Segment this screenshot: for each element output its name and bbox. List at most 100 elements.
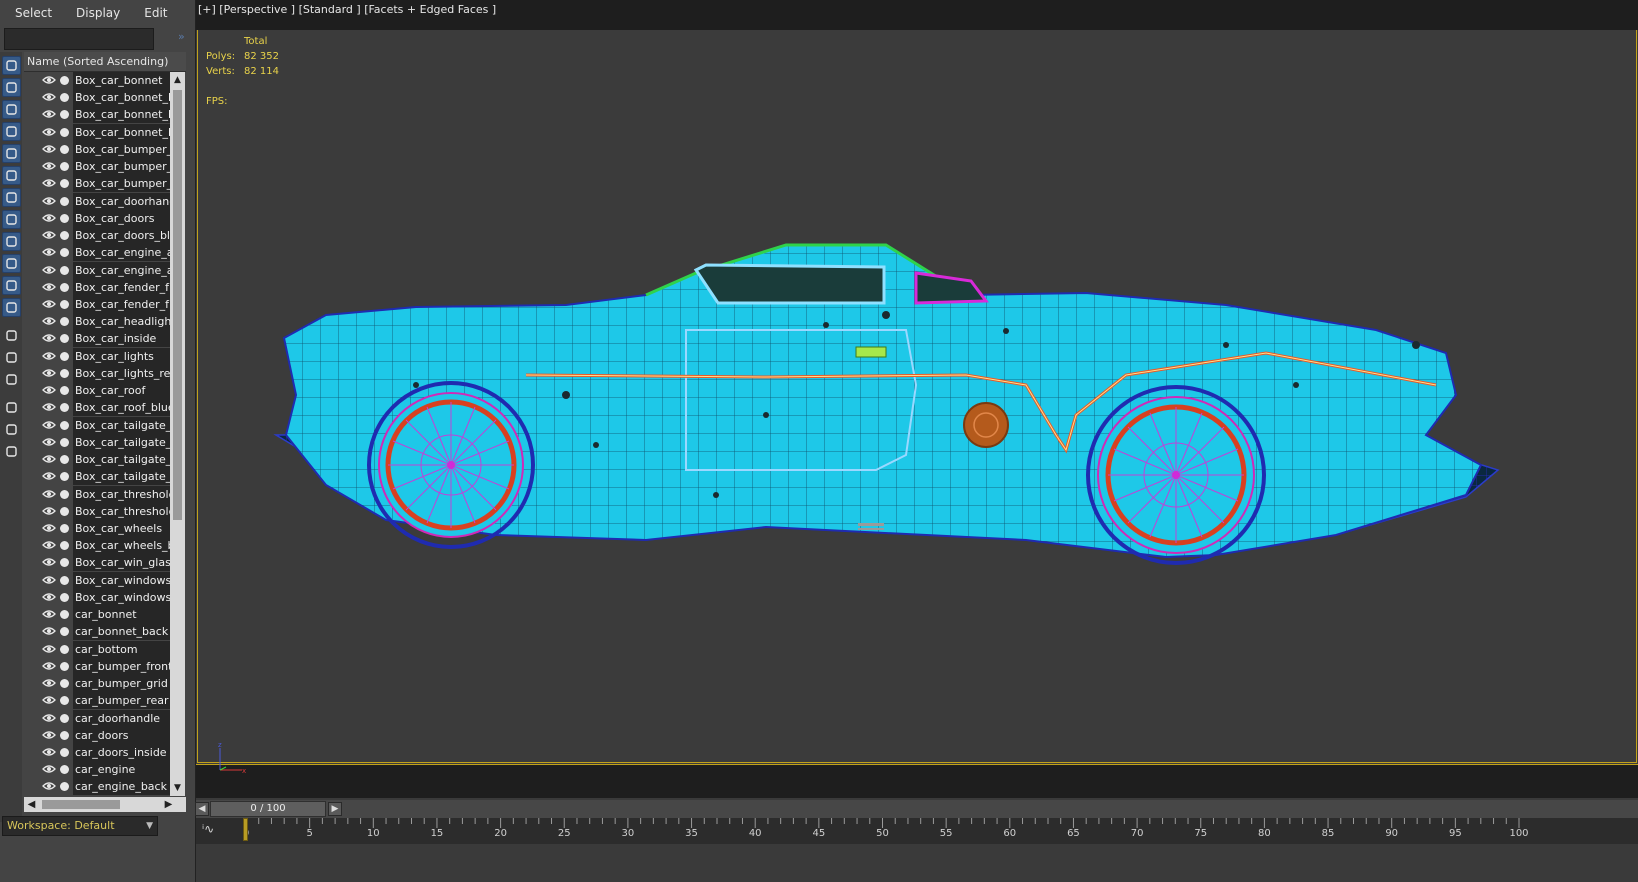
freeze-dot-icon[interactable] bbox=[60, 472, 69, 482]
scene-object-row[interactable]: Box_car_win_glass_ bbox=[24, 554, 170, 572]
visibility-eye-icon[interactable] bbox=[42, 127, 56, 137]
scene-object-name[interactable]: car_bumper_rear bbox=[73, 692, 170, 710]
visibility-eye-icon[interactable] bbox=[42, 575, 56, 585]
display-none-icon[interactable] bbox=[2, 348, 21, 367]
freeze-dot-icon[interactable] bbox=[60, 679, 69, 689]
scene-object-row[interactable]: car_doors bbox=[24, 726, 170, 744]
freeze-dot-icon[interactable] bbox=[60, 747, 69, 757]
layers-icon[interactable] bbox=[2, 442, 21, 461]
scene-object-row[interactable]: Box_car_tailgate_bi bbox=[24, 433, 170, 451]
freeze-dot-icon[interactable] bbox=[60, 592, 69, 602]
freeze-dot-icon[interactable] bbox=[60, 713, 69, 723]
menu-select[interactable]: Select bbox=[6, 6, 61, 20]
freeze-dot-icon[interactable] bbox=[60, 213, 69, 223]
invert-display-icon[interactable] bbox=[2, 370, 21, 389]
scene-object-row[interactable]: Box_car_roof bbox=[24, 382, 170, 400]
visibility-eye-icon[interactable] bbox=[42, 695, 56, 705]
spacewarps-filter-icon[interactable] bbox=[2, 166, 21, 185]
workspace-dropdown[interactable]: Workspace: Default ▼ bbox=[2, 816, 158, 836]
scene-object-name[interactable]: Box_car_bonnet_ba bbox=[73, 89, 170, 107]
scene-object-name[interactable]: Box_car_wheels bbox=[73, 519, 170, 537]
scene-object-name[interactable]: Box_car_threshold bbox=[73, 485, 170, 503]
freeze-dot-icon[interactable] bbox=[60, 368, 69, 378]
scene-object-name[interactable]: Box_car_doors bbox=[73, 209, 170, 227]
scene-object-row[interactable]: Box_car_wheels bbox=[24, 519, 170, 537]
visibility-eye-icon[interactable] bbox=[42, 471, 56, 481]
scene-object-name[interactable]: Box_car_roof_blue bbox=[73, 399, 170, 417]
bones-filter-icon[interactable] bbox=[2, 232, 21, 251]
menu-edit[interactable]: Edit bbox=[135, 6, 176, 20]
tree-vertical-scrollbar[interactable]: ▲ ▼ bbox=[170, 72, 185, 796]
visibility-eye-icon[interactable] bbox=[42, 351, 56, 361]
scene-object-row[interactable]: Box_car_tailgate_bi bbox=[24, 416, 170, 434]
scene-object-name[interactable]: Box_car_tailgate_sn bbox=[73, 451, 170, 469]
scene-object-row[interactable]: car_bonnet_back bbox=[24, 623, 170, 641]
visibility-eye-icon[interactable] bbox=[42, 747, 56, 757]
visibility-eye-icon[interactable] bbox=[42, 644, 56, 654]
scroll-right-icon[interactable]: ▶ bbox=[161, 797, 176, 812]
column-header-name[interactable]: Name (Sorted Ascending) bbox=[24, 52, 186, 72]
scene-object-name[interactable]: car_bumper_front bbox=[73, 657, 170, 675]
scene-object-row[interactable]: Box_car_wheels_blu bbox=[24, 537, 170, 555]
visibility-eye-icon[interactable] bbox=[42, 781, 56, 791]
scene-object-row[interactable]: Box_car_bonnet_blu bbox=[24, 123, 170, 141]
scene-object-name[interactable]: car_bonnet_back bbox=[73, 623, 170, 641]
visibility-eye-icon[interactable] bbox=[42, 454, 56, 464]
scene-object-name[interactable]: Box_car_bonnet_ba bbox=[73, 106, 170, 124]
scene-object-name[interactable]: car_doorhandle bbox=[73, 709, 170, 727]
scene-object-name[interactable]: Box_car_tailgate_bi bbox=[73, 416, 170, 434]
freeze-dot-icon[interactable] bbox=[60, 455, 69, 465]
scene-object-name[interactable]: Box_car_bumper_gr bbox=[73, 158, 170, 176]
helpers-filter-icon[interactable] bbox=[2, 144, 21, 163]
scroll-left-icon[interactable]: ◀ bbox=[24, 797, 39, 812]
scene-object-name[interactable]: Box_car_lights_red bbox=[73, 364, 170, 382]
scene-object-row[interactable]: Box_car_bumper_fro bbox=[24, 140, 170, 158]
scene-object-name[interactable]: Box_car_threshold_ bbox=[73, 502, 170, 520]
scene-object-row[interactable]: Box_car_tailgate_sn bbox=[24, 468, 170, 486]
visibility-eye-icon[interactable] bbox=[42, 592, 56, 602]
geometry-filter-icon[interactable] bbox=[2, 56, 21, 75]
visibility-eye-icon[interactable] bbox=[42, 75, 56, 85]
visibility-eye-icon[interactable] bbox=[42, 626, 56, 636]
scroll-down-icon[interactable]: ▼ bbox=[170, 780, 185, 796]
freeze-dot-icon[interactable] bbox=[60, 282, 69, 292]
visibility-eye-icon[interactable] bbox=[42, 402, 56, 412]
freeze-dot-icon[interactable] bbox=[60, 765, 69, 775]
scene-object-row[interactable]: Box_car_bonnet_ba bbox=[24, 89, 170, 107]
scene-object-row[interactable]: Box_car_threshold bbox=[24, 485, 170, 503]
scene-object-name[interactable]: car_doors bbox=[73, 726, 170, 744]
visibility-eye-icon[interactable] bbox=[42, 540, 56, 550]
freeze-dot-icon[interactable] bbox=[60, 386, 69, 396]
freeze-dot-icon[interactable] bbox=[60, 610, 69, 620]
hidden-filter-icon[interactable] bbox=[2, 298, 21, 317]
viewport-label-menu[interactable]: [+] [Perspective ] [Standard ] [Facets +… bbox=[198, 3, 496, 16]
scene-object-name[interactable]: Box_car_bonnet bbox=[73, 72, 170, 89]
scene-object-row[interactable]: Box_car_fender_fro bbox=[24, 295, 170, 313]
freeze-dot-icon[interactable] bbox=[60, 403, 69, 413]
visibility-eye-icon[interactable] bbox=[42, 678, 56, 688]
shapes-filter-icon[interactable] bbox=[2, 78, 21, 97]
scene-object-name[interactable]: Box_car_bumper_re bbox=[73, 175, 170, 193]
visibility-eye-icon[interactable] bbox=[42, 299, 56, 309]
car-wireframe-model[interactable] bbox=[266, 235, 1516, 575]
visibility-eye-icon[interactable] bbox=[42, 92, 56, 102]
scene-object-row[interactable]: Box_car_fender_fro bbox=[24, 278, 170, 296]
freeze-dot-icon[interactable] bbox=[60, 523, 69, 533]
scene-object-name[interactable]: Box_car_engine_and bbox=[73, 244, 170, 262]
freeze-dot-icon[interactable] bbox=[60, 420, 69, 430]
scene-object-row[interactable]: car_engine bbox=[24, 761, 170, 779]
freeze-dot-icon[interactable] bbox=[60, 644, 69, 654]
scene-object-row[interactable]: Box_car_lights bbox=[24, 347, 170, 365]
freeze-dot-icon[interactable] bbox=[60, 437, 69, 447]
scene-object-name[interactable]: Box_car_bonnet_blu bbox=[73, 123, 170, 141]
scene-object-row[interactable]: Box_car_tailgate_sn bbox=[24, 451, 170, 469]
freeze-dot-icon[interactable] bbox=[60, 696, 69, 706]
xrefs-filter-icon[interactable] bbox=[2, 210, 21, 229]
freeze-dot-icon[interactable] bbox=[60, 351, 69, 361]
scene-object-name[interactable]: car_doors_inside bbox=[73, 743, 170, 761]
scene-object-row[interactable]: car_bumper_rear bbox=[24, 692, 170, 710]
scene-object-row[interactable]: Box_car_lights_red bbox=[24, 364, 170, 382]
tree-horizontal-scrollbar[interactable]: ◀ ▶ bbox=[24, 797, 186, 812]
scene-object-name[interactable]: Box_car_windows_r bbox=[73, 588, 170, 606]
scene-object-name[interactable]: car_engine bbox=[73, 761, 170, 779]
